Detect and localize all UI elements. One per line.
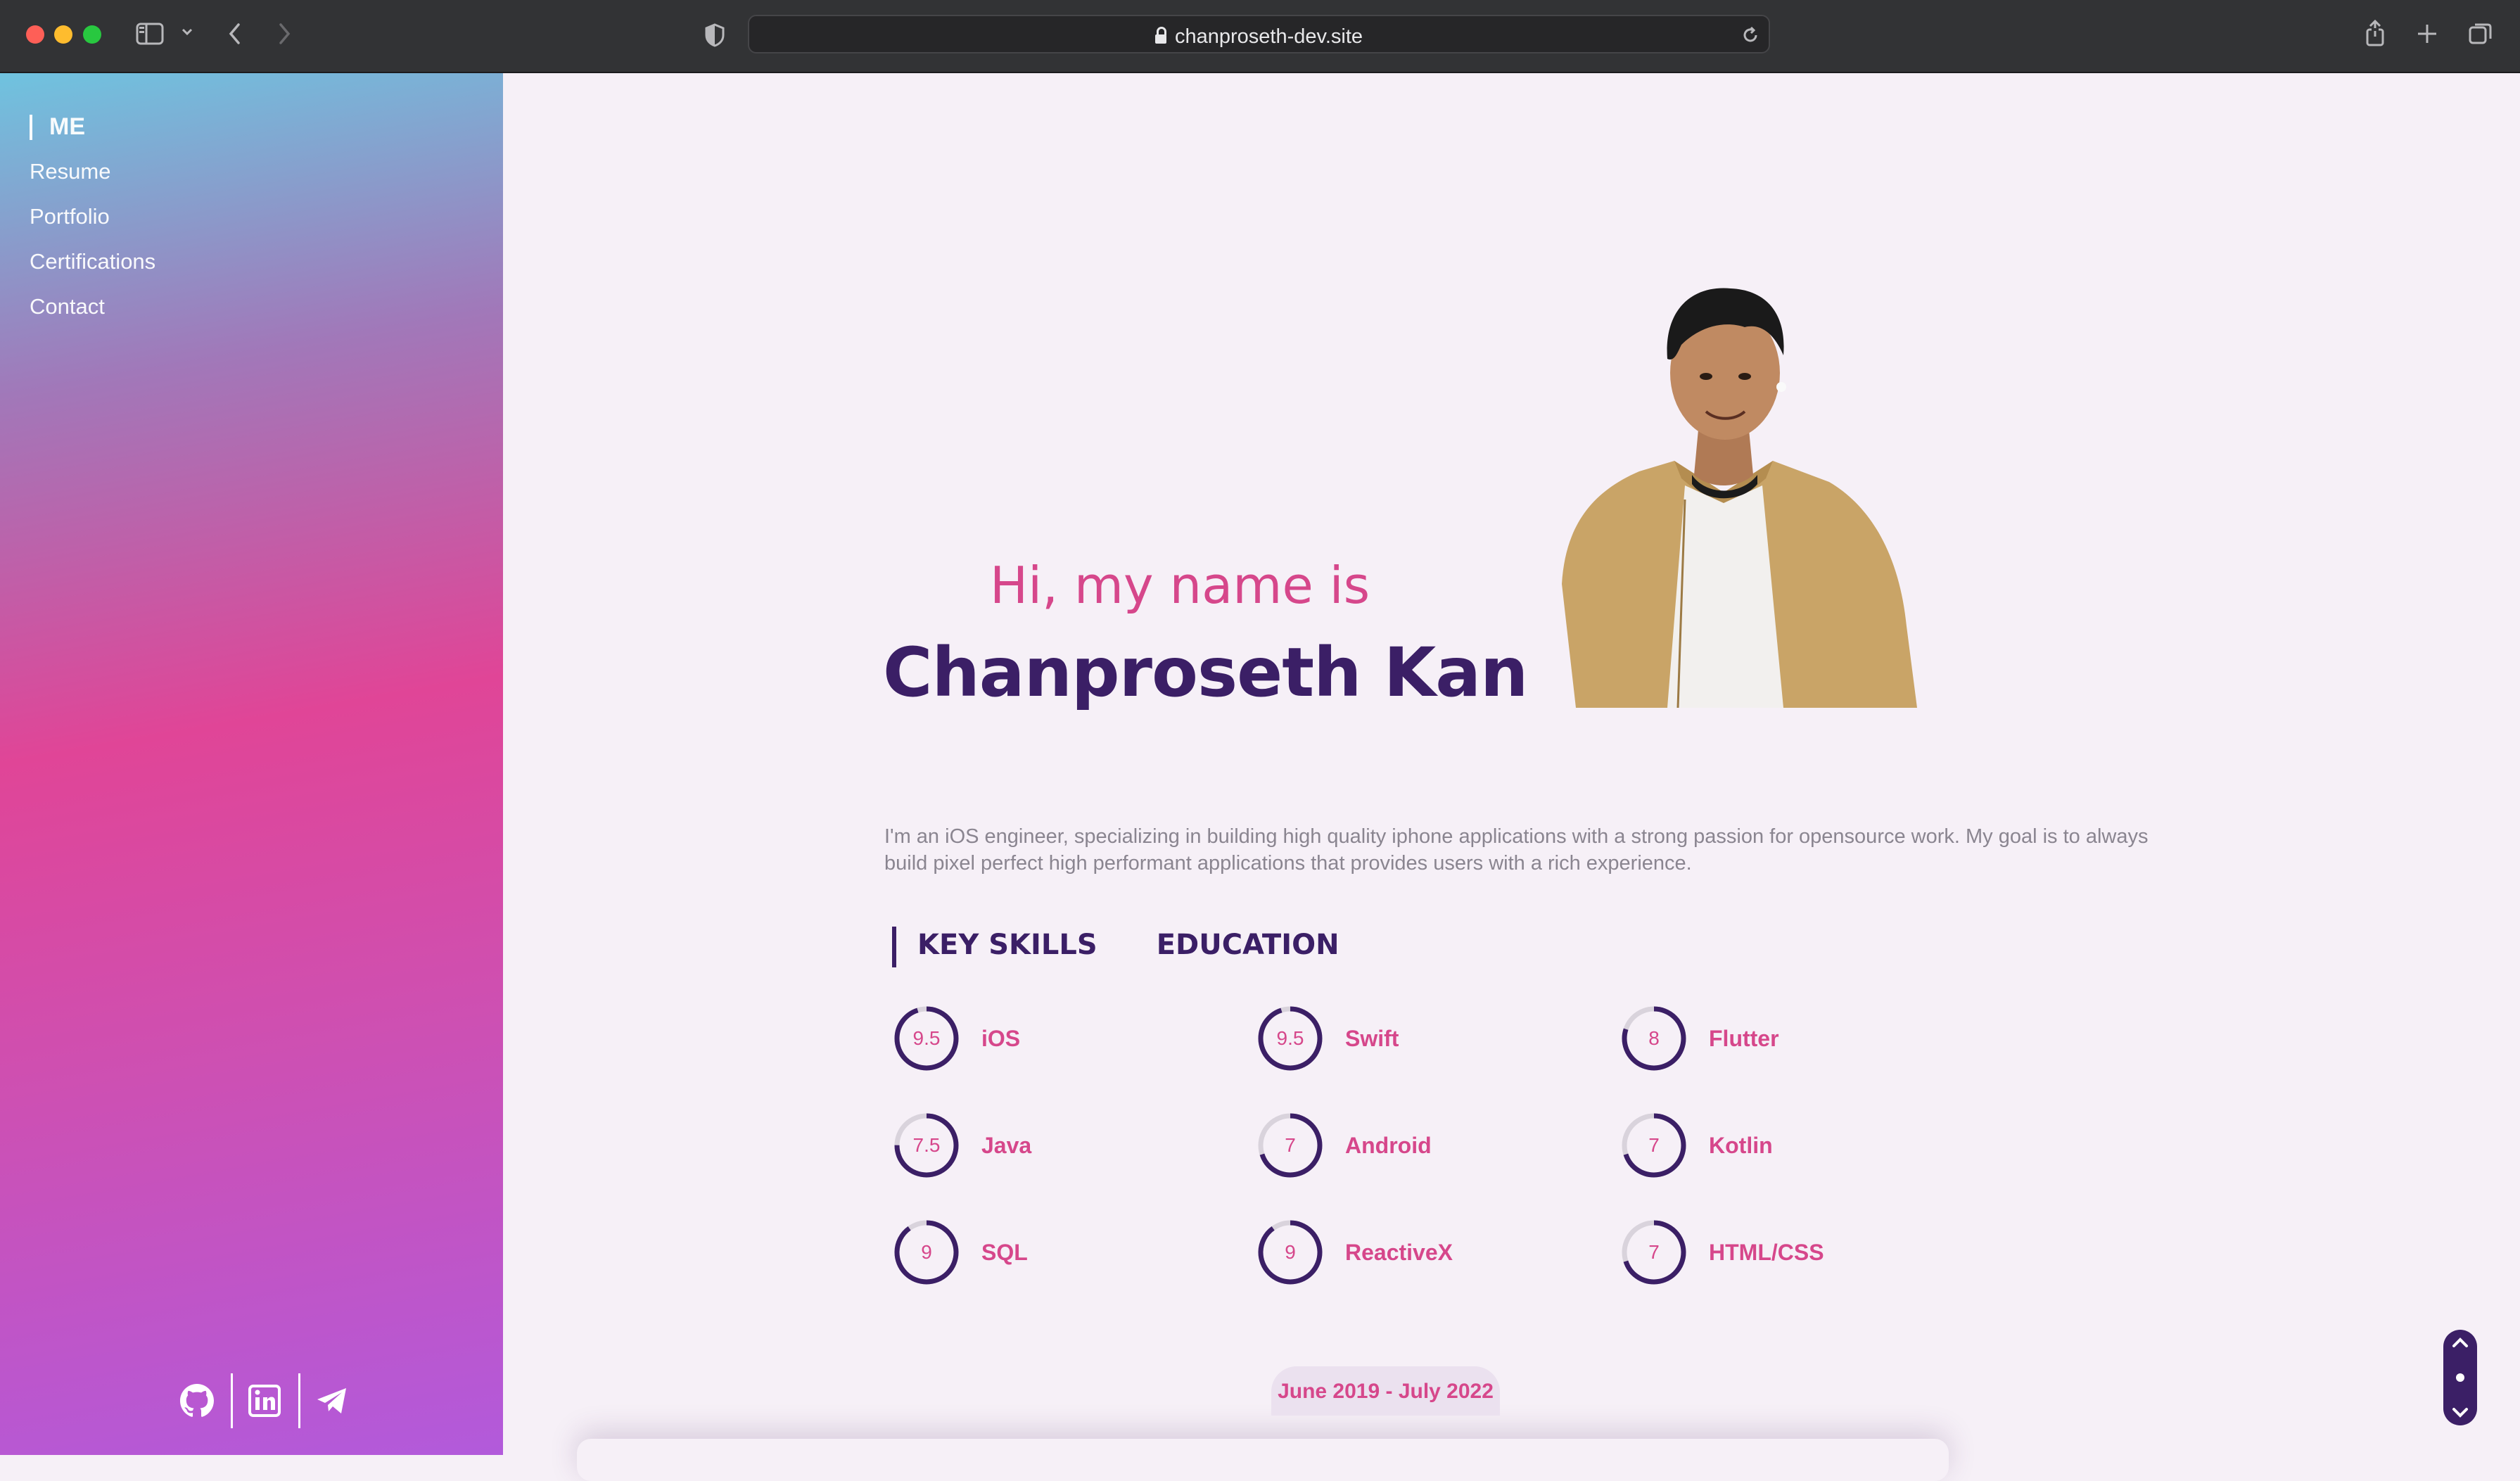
skill-score: 9	[921, 1241, 932, 1263]
sidebar-toggle-icon[interactable]	[136, 23, 164, 49]
skill-score: 8	[1648, 1027, 1660, 1049]
skill-name: HTML/CSS	[1709, 1239, 1824, 1265]
skill-name: Kotlin	[1709, 1132, 1773, 1158]
skill-ring: 7	[1620, 1112, 1688, 1179]
share-icon[interactable]	[2364, 18, 2386, 51]
linkedin-icon	[248, 1385, 281, 1417]
sidebar-item-resume[interactable]: Resume	[30, 149, 155, 194]
skill-name: Flutter	[1709, 1025, 1779, 1051]
github-icon	[180, 1384, 214, 1417]
sidebar-nav: ME Resume Portfolio Certifications Conta…	[30, 104, 155, 329]
greeting-text: Hi, my name is	[990, 556, 1370, 615]
close-window-button[interactable]	[26, 25, 44, 44]
shield-icon[interactable]	[704, 23, 726, 51]
skill-score: 7.5	[912, 1134, 941, 1156]
browser-toolbar: chanproseth-dev.site	[0, 0, 2520, 73]
new-tab-icon[interactable]	[2416, 23, 2438, 49]
skill-item: 9.5 iOS	[893, 1005, 1020, 1072]
skill-item: 8 Flutter	[1620, 1005, 1779, 1072]
social-links	[163, 1371, 366, 1431]
sidebar-item-me[interactable]: ME	[30, 104, 155, 149]
sidebar: ME Resume Portfolio Certifications Conta…	[0, 73, 503, 1455]
tab-overview-icon[interactable]	[2468, 21, 2493, 50]
skill-ring: 8	[1620, 1005, 1688, 1072]
telegram-icon	[317, 1388, 346, 1413]
page-title: Chanproseth Kan	[883, 633, 1528, 712]
skill-score: 7	[1648, 1134, 1660, 1156]
skill-name: Java	[981, 1132, 1032, 1158]
skill-item: 7 Kotlin	[1620, 1112, 1773, 1179]
education-date-badge: June 2019 - July 2022	[1271, 1366, 1500, 1416]
chevron-down-icon[interactable]	[181, 27, 193, 40]
skill-ring: 9.5	[893, 1005, 960, 1072]
sidebar-item-contact[interactable]: Contact	[30, 284, 155, 329]
telegram-link[interactable]	[298, 1371, 366, 1431]
skill-score: 7	[1285, 1134, 1296, 1156]
chevron-up-icon[interactable]	[2450, 1335, 2470, 1349]
back-icon[interactable]	[227, 21, 243, 50]
tab-education[interactable]: EDUCATION	[1157, 929, 1339, 961]
skill-name: iOS	[981, 1025, 1021, 1051]
skill-ring: 9.5	[1256, 1005, 1324, 1072]
zoom-window-button[interactable]	[83, 25, 101, 44]
skill-name: Swift	[1345, 1025, 1399, 1051]
skill-ring: 7	[1256, 1112, 1324, 1179]
chevron-down-icon[interactable]	[2450, 1406, 2470, 1420]
skill-item: 9 ReactiveX	[1256, 1219, 1453, 1286]
skill-item: 7 Android	[1256, 1112, 1432, 1179]
scroll-position-dot	[2456, 1373, 2464, 1382]
tab-key-skills[interactable]: KEY SKILLS	[892, 927, 1097, 967]
education-card	[577, 1439, 1949, 1481]
reload-icon[interactable]	[1741, 25, 1760, 49]
skill-score: 9	[1285, 1241, 1296, 1263]
profile-photo	[1534, 260, 1917, 708]
skill-ring: 7	[1620, 1219, 1688, 1286]
skill-name: Android	[1345, 1132, 1432, 1158]
skill-name: SQL	[981, 1239, 1028, 1265]
skill-item: 7 HTML/CSS	[1620, 1219, 1824, 1286]
sidebar-item-certifications[interactable]: Certifications	[30, 239, 155, 284]
skill-item: 9 SQL	[893, 1219, 1028, 1286]
lock-icon	[1154, 27, 1166, 44]
skill-score: 9.5	[912, 1027, 941, 1049]
bio-text: I'm an iOS engineer, specializing in bui…	[884, 825, 2149, 875]
skill-item: 9.5 Swift	[1256, 1005, 1399, 1072]
address-bar[interactable]: chanproseth-dev.site	[748, 15, 1770, 53]
minimize-window-button[interactable]	[54, 25, 72, 44]
section-scroll-control[interactable]	[2443, 1330, 2477, 1425]
skill-ring: 9	[1256, 1219, 1324, 1286]
skill-item: 7.5 Java	[893, 1112, 1031, 1179]
skill-score: 7	[1648, 1241, 1660, 1263]
skill-score: 9.5	[1276, 1027, 1304, 1049]
skill-ring: 9	[893, 1219, 960, 1286]
linkedin-link[interactable]	[231, 1371, 298, 1431]
url-text: chanproseth-dev.site	[1174, 25, 1363, 48]
github-link[interactable]	[163, 1371, 231, 1431]
section-tabs: KEY SKILLS EDUCATION	[892, 927, 1399, 967]
forward-icon[interactable]	[276, 21, 293, 50]
sidebar-item-portfolio[interactable]: Portfolio	[30, 194, 155, 239]
skill-ring: 7.5	[893, 1112, 960, 1179]
skill-name: ReactiveX	[1345, 1239, 1453, 1265]
